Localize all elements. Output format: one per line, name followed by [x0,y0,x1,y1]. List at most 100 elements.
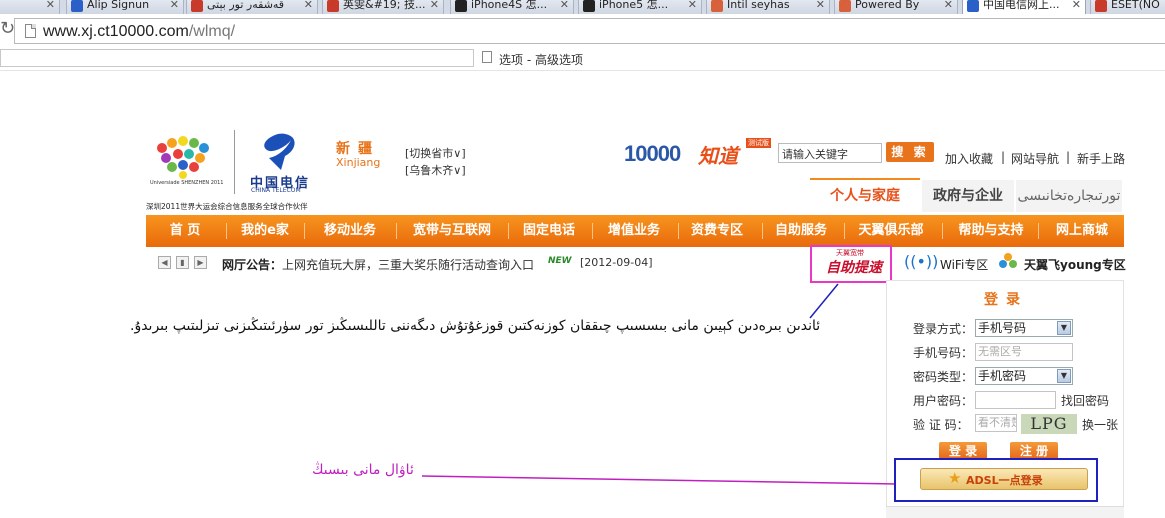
universiade-logo [157,136,209,179]
close-tab-icon[interactable]: ✕ [1072,0,1081,13]
login-method-value: 手机号码 [978,321,1027,335]
nav-separator [762,223,763,239]
nav-separator [592,223,593,239]
nav-value-added[interactable]: 增值业务 [596,215,672,247]
login-title: 登录 [984,292,1028,308]
tab-favicon-icon [711,0,723,12]
switch-city-link[interactable]: [乌鲁木齐∨] [405,162,466,178]
beginner-guide-link[interactable]: 新手上路 [1077,150,1125,167]
search-button[interactable]: 搜 索 [886,142,934,162]
browser-tab[interactable]: ✕ [0,0,60,14]
infobar-input[interactable] [0,49,474,67]
adsl-login-label: ADSL一点登录 [966,474,1043,487]
tab-business-hall[interactable]: تورتىجارەتخانىسى [1016,180,1122,212]
notice-line: 网厅公告：上网充值玩大屏，三重大奖乐随行活动查询入口 [222,256,534,273]
tab-label: iPhone4S 怎... [471,0,548,11]
tab-personal-family[interactable]: 个人与家庭 [810,178,920,212]
close-tab-icon[interactable]: ✕ [430,0,439,13]
refresh-captcha-link[interactable]: 换一张 [1082,416,1118,433]
nav-separator [1038,223,1039,239]
close-tab-icon[interactable]: ✕ [560,0,569,13]
close-tab-icon[interactable]: ✕ [816,0,825,13]
selfhelp-speedup-link[interactable]: 自助提速 [826,257,882,277]
search-input[interactable]: 请输入关键字 [778,143,882,163]
forgot-password-link[interactable]: 找回密码 [1061,392,1109,409]
nav-separator [942,223,943,239]
young-zone-icon [999,253,1017,268]
nav-self-service[interactable]: 自助服务 [766,215,836,247]
password-type-select[interactable]: 手机密码 ▼ [975,367,1073,385]
close-tab-icon[interactable]: ✕ [304,0,313,13]
nav-fixed-phone[interactable]: 固定电话 [512,215,586,247]
nav-online-mall[interactable]: 网上商城 [1042,215,1122,247]
young-zone-link[interactable]: 天翼飞young专区 [1024,256,1126,273]
browser-tab[interactable]: قەشقەر تور بېتى ✕ [186,0,318,14]
tab-government-enterprise[interactable]: 政府与企业 [922,180,1014,212]
close-tab-icon[interactable]: ✕ [944,0,953,13]
nav-separator [508,223,509,239]
tab-favicon-icon [1095,0,1107,12]
nav-club[interactable]: 天翼俱乐部 [848,215,934,247]
captcha-input[interactable]: 看不清楚输入 [975,414,1017,432]
sponsor-caption: 深圳2011世界大运会综合信息服务全球合作伙伴 [146,202,308,211]
new-badge: NEW [548,256,572,266]
password-input[interactable] [975,391,1056,409]
chevron-down-icon: ▼ [1057,321,1071,335]
tab-favicon-icon [71,0,83,12]
beta-badge: 测试版 [746,138,771,148]
tab-favicon-icon [839,0,851,12]
browser-tab[interactable]: Alip Signun ✕ [66,0,184,14]
prev-notice-button[interactable]: ◀ [158,256,171,269]
nav-my-ehome[interactable]: 我的e家 [230,215,300,247]
close-tab-icon[interactable]: ✕ [688,0,697,13]
annotation-line-blue [809,283,839,319]
reload-icon[interactable]: ↻ [0,18,15,39]
url-text: www.xj.ct10000.com/wlmq/ [43,23,235,41]
address-bar[interactable]: www.xj.ct10000.com/wlmq/ [14,18,1165,44]
phone-input[interactable]: 无需区号 [975,343,1073,361]
tab-favicon-icon [967,0,979,12]
browser-tab[interactable]: ESET(NO [1090,0,1165,14]
browser-tab[interactable]: iPhone4S 怎... ✕ [450,0,574,14]
tab-favicon-icon [455,0,467,12]
nav-separator [844,223,845,239]
nav-home[interactable]: 首 页 [146,215,224,247]
tab-label: Alip Signun [87,0,150,11]
login-method-label: 登录方式： [913,322,974,336]
site-nav-link[interactable]: 网站导航 [1011,150,1059,167]
nav-broadband[interactable]: 宽带与互联网 [400,215,504,247]
logo-10000: 10000 [624,141,681,166]
switch-province-link[interactable]: [切换省市∨] [405,145,466,161]
nav-mobile[interactable]: 移动业务 [308,215,392,247]
browser-tab[interactable]: Powered By ✕ [834,0,958,14]
wifi-zone-link[interactable]: WiFi专区 [940,256,988,273]
close-tab-icon[interactable]: ✕ [46,0,55,13]
browser-tab-active[interactable]: 中国电信网上... ✕ [962,0,1086,14]
infobar-options-link[interactable]: 选项 - 高级选项 [499,51,583,68]
nav-separator [304,223,305,239]
separator: | [1066,150,1071,164]
tab-favicon-icon [327,0,339,12]
nav-help[interactable]: 帮助与支持 [946,215,1036,247]
lower-panel-strip [886,506,1124,518]
nav-separator [396,223,397,239]
browser-tab[interactable]: 英雯&#19; 技... ✕ [322,0,444,14]
logo-divider [234,130,235,194]
close-tab-icon[interactable]: ✕ [170,0,179,13]
url-host: www.xj.ct10000.com [43,23,189,40]
notice-date: [2012-09-04] [580,256,653,269]
tab-label: ESET(NO [1111,0,1160,11]
star-icon: ★ [948,469,962,487]
universiade-caption: Universiade SHENZHEN 2011 [150,180,224,186]
next-notice-button[interactable]: ▶ [194,256,207,269]
wifi-icon: ((•)) [904,252,939,271]
nav-separator [226,223,227,239]
browser-tab[interactable]: Intil seyhas ✕ [706,0,830,14]
pause-notice-button[interactable]: ▮ [176,256,189,269]
login-method-select[interactable]: 手机号码 ▼ [975,319,1073,337]
tab-favicon-icon [583,0,595,12]
add-favorite-link[interactable]: 加入收藏 [945,150,993,167]
notice-link[interactable]: 上网充值玩大屏，三重大奖乐随行活动查询入口 [282,258,534,272]
browser-tab[interactable]: iPhone5 怎... ✕ [578,0,702,14]
nav-tariff[interactable]: 资费专区 [682,215,752,247]
